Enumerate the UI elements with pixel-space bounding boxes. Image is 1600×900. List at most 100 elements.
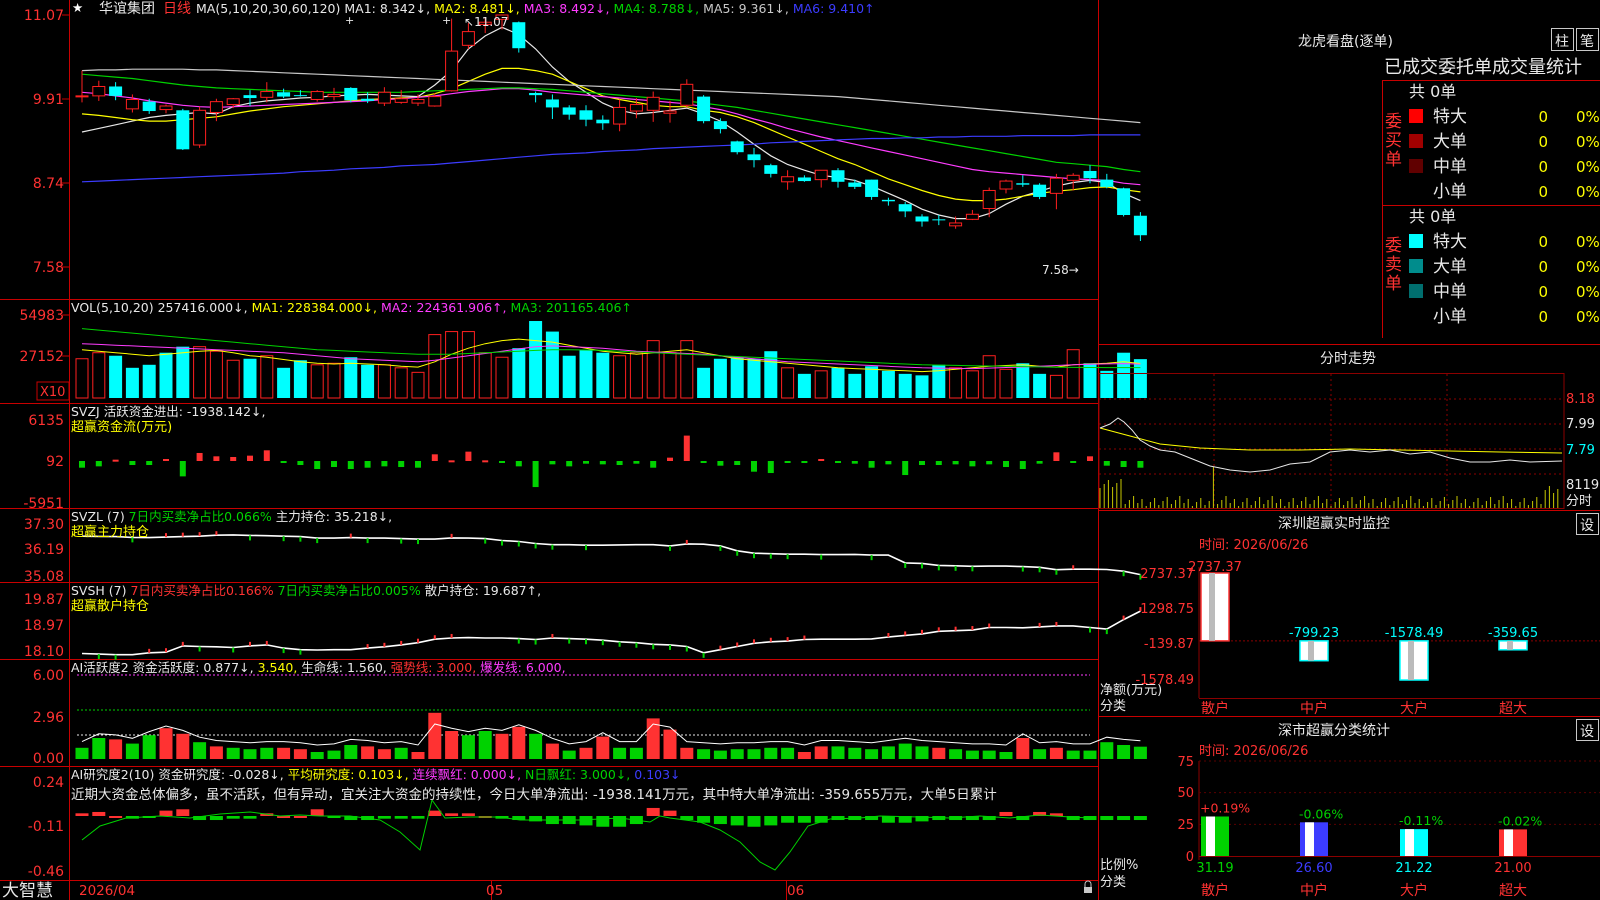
ai-active-tick: 0.00 <box>33 751 64 767</box>
price-tick: 7.58 <box>33 260 64 276</box>
candle-body <box>697 96 711 122</box>
svsh-subtitle: 超赢散户持仓 <box>71 598 149 614</box>
ai-active-bar <box>747 749 761 759</box>
header-item-2: 散户持仓: 19.687↑, <box>425 583 541 598</box>
svsh-line <box>81 607 1142 660</box>
legend-swatch <box>1409 134 1423 148</box>
ai-research-bar <box>646 807 660 816</box>
order-pct: 0% <box>1576 133 1600 151</box>
ai-research-bar <box>596 816 610 827</box>
volume-unit: X10 <box>40 385 65 400</box>
ai-research-bar <box>461 813 475 816</box>
classstat-bar-shade <box>1305 822 1314 856</box>
ai-research-bar <box>663 810 677 816</box>
volume-bar <box>243 358 257 398</box>
period-label[interactable]: 日线 <box>163 1 191 17</box>
svzj-bar <box>112 459 119 462</box>
order-pct: 0% <box>1576 308 1600 326</box>
volume-bar <box>193 346 207 399</box>
intraday-tick: 7.99 <box>1566 417 1595 432</box>
price-chart[interactable]: ★ 华谊集团 日线 MA(5,10,20,30,60,120) MA1: 8.3… <box>24 0 1147 277</box>
vertical-label-char: 委 <box>1385 112 1402 132</box>
brand-logo[interactable]: 大智慧 <box>2 881 53 900</box>
classstat-settings-button[interactable]: 设 <box>1576 719 1599 741</box>
svzj-bar <box>818 458 825 461</box>
volume-bar <box>226 359 240 399</box>
ai-active-bar <box>781 747 795 759</box>
monitor-tick: 2737.37 <box>1140 567 1194 582</box>
ai-active-bar <box>125 743 139 759</box>
header-item-2: MA2: 224361.906↑, <box>381 300 510 315</box>
date-label-jun: 06 <box>787 883 804 899</box>
ai-active-bar <box>193 742 207 759</box>
ai-research-bar <box>713 816 727 825</box>
candle-body <box>545 99 559 108</box>
svzj-bar <box>95 461 102 467</box>
stats-tabs[interactable]: 已成交委托单成交量统计 <box>1384 57 1582 78</box>
svzj-bar <box>398 461 405 468</box>
volume-bar <box>310 364 324 399</box>
volume-bar <box>713 358 727 398</box>
tick-mode-label: 笔 <box>1580 34 1594 50</box>
ai-research-tick: -0.11 <box>28 819 64 835</box>
candle-body <box>562 107 576 115</box>
ai-active-bar <box>932 747 946 759</box>
date-label-start: 2026/04 <box>79 883 135 899</box>
order-stats-panel: 龙虎看盘(逐单) 柱 笔 已成交委托单成交量统计 共 0单 共 0单 委买单 委… <box>1298 28 1600 327</box>
stock-name[interactable]: 华谊集团 <box>99 0 155 17</box>
ai-research-bar <box>781 816 795 823</box>
candle-body <box>260 91 274 98</box>
svzj-bar <box>986 461 993 465</box>
svzl-chart[interactable]: SVZL (7) 7日内买卖净占比0.066% 主力持仓: 35.218↓, 超… <box>24 509 1142 585</box>
ai-active-bar <box>1100 742 1114 759</box>
lock-icon[interactable] <box>1084 880 1092 893</box>
ai-research-header: AI研究度2(10) 资金研究度: -0.028↓, 平均研究度: 0.103↓… <box>71 767 681 782</box>
volume-bar <box>445 331 459 399</box>
candle-body <box>277 92 291 97</box>
ai-research-line <box>81 798 1091 871</box>
ai-active-bar <box>680 747 694 759</box>
svsh-chart[interactable]: SVSH (7) 7日内买卖净占比0.166% 7日内买卖净占比0.005% 散… <box>24 583 1142 660</box>
svzj-bar <box>347 461 354 470</box>
classstat-panel[interactable]: 深市超赢分类统计 设 时间: 2026/06/26 +0.19% 31.19 散户 -… <box>1100 719 1600 900</box>
svzj-subtitle: 超赢资金流(万元) <box>71 419 172 435</box>
volume-bar <box>142 364 156 398</box>
candle-body <box>1100 179 1114 187</box>
svzj-bar <box>616 461 623 466</box>
svzj-bar <box>415 461 421 468</box>
intraday-panel[interactable]: 分时走势 8.18 7.99 7.79 8119 分时 <box>1098 351 1599 509</box>
order-count: 0 <box>1538 233 1548 251</box>
svzj-bar <box>230 456 237 461</box>
monitor-panel[interactable]: 深圳超赢实时监控 设 时间: 2026/06/26 2737.37 散户 -799.… <box>1100 513 1600 718</box>
svzj-bar <box>767 461 774 474</box>
classstat-chart: +0.19% 31.19 散户 -0.06% 26.60 中户 -0.11% 21.22 大户 -… <box>1196 760 1600 899</box>
classstat-value-label: 31.19 <box>1196 861 1233 876</box>
vertical-label-char: 委 <box>1385 236 1402 256</box>
svzj-bar <box>969 461 976 467</box>
svzj-tick: 92 <box>46 454 64 470</box>
svsh-tick: 19.87 <box>24 592 64 608</box>
price-tick: 11.07 <box>24 8 64 24</box>
monitor-settings-button[interactable]: 设 <box>1576 513 1599 535</box>
ai-research-chart[interactable]: AI研究度2(10) 资金研究度: -0.028↓, 平均研究度: 0.103↓… <box>28 767 1147 880</box>
volume-chart[interactable]: VOL(5,10,20) 257416.000↓, MA1: 228384.00… <box>19 300 1147 401</box>
tick-mode-button[interactable]: 笔 <box>1576 28 1599 51</box>
bar-mode-button[interactable]: 柱 <box>1551 28 1574 51</box>
candle-body <box>680 83 694 106</box>
svzj-chart[interactable]: SVZJ 活跃资金进出: -1938.142↓, 超赢资金流(万元) 6135 … <box>23 404 1144 512</box>
volume-bar <box>797 373 811 398</box>
vertical-label-char: 卖 <box>1385 255 1402 275</box>
svzj-bar <box>784 461 791 463</box>
classstat-change-label: +0.19% <box>1200 800 1250 815</box>
monitor-tick: 1298.75 <box>1140 602 1194 617</box>
volume-bar <box>848 373 862 398</box>
svzj-bar <box>1103 461 1110 466</box>
sell-total: 共 0单 <box>1409 207 1456 226</box>
svzj-bar <box>667 457 673 461</box>
ai-research-bars <box>75 798 1147 871</box>
buy-total: 共 0单 <box>1409 82 1456 101</box>
ai-research-bar <box>445 813 459 816</box>
ai-active-bar <box>428 712 442 759</box>
order-count: 0 <box>1538 283 1548 301</box>
ai-active-chart[interactable]: AI活跃度2 资金活跃度: 0.877↓, 3.540, 生命线: 1.560,… <box>33 660 1147 767</box>
